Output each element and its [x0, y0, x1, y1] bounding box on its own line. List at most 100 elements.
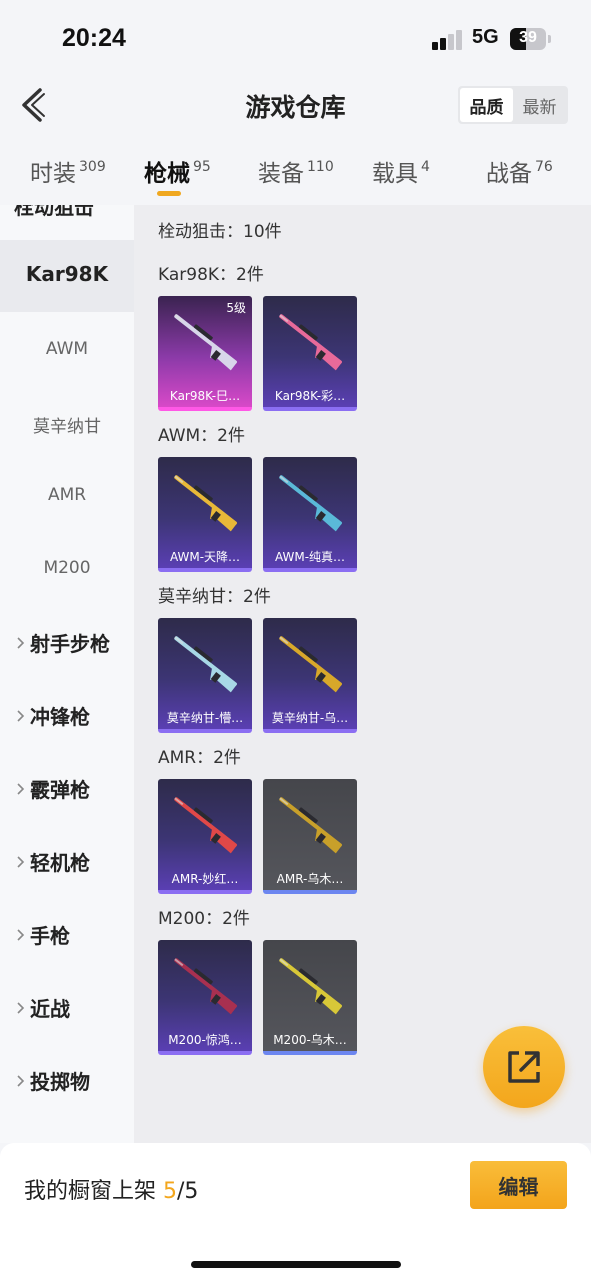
weapon-card-m200-1[interactable]: M200-惊鸿…: [158, 940, 252, 1055]
showcase-label: 我的橱窗上架: [24, 1179, 163, 1204]
group-summary: 栓动狙击：10件: [158, 222, 282, 242]
category-tabs: 时装 309 枪械 95 装备 110 载具 4 战备 76: [0, 150, 591, 200]
sidebar-item-m200[interactable]: M200: [0, 558, 134, 578]
category-label: 霰弹枪: [30, 778, 90, 802]
tab-label: 战备: [486, 161, 532, 187]
tab-vehicles[interactable]: 载具 4: [372, 154, 430, 188]
edit-button[interactable]: 编辑: [470, 1161, 567, 1209]
weapon-name: AWM-纯真…: [274, 550, 346, 564]
weapon-card-amr-2[interactable]: AMR-乌木…: [263, 779, 357, 894]
tab-count: 110: [307, 159, 334, 175]
showcase-total-count: /5: [177, 1179, 199, 1204]
chevron-right-icon: [17, 855, 25, 868]
tab-label: 装备: [258, 161, 304, 187]
battery-icon: 39: [510, 28, 546, 50]
tab-count: 309: [79, 159, 106, 175]
sidebar-category-throwables[interactable]: 投掷物: [14, 1066, 90, 1095]
tab-count: 4: [421, 159, 430, 175]
chevron-right-icon: [17, 1001, 25, 1014]
chevron-right-icon: [17, 636, 25, 649]
chevron-right-icon: [17, 1074, 25, 1087]
active-tab-indicator: [157, 191, 181, 196]
level-badge: 5级: [226, 301, 246, 315]
network-type: 5G: [472, 26, 499, 48]
rifle-icon: [279, 475, 342, 532]
weapon-name: M200-惊鸿…: [168, 1033, 242, 1047]
rifle-icon: [174, 958, 237, 1015]
rifle-icon: [279, 636, 342, 693]
showcase-current-count: 5: [163, 1179, 177, 1204]
battery-tip: [548, 35, 551, 43]
clock: 20:24: [62, 24, 126, 52]
home-indicator[interactable]: [191, 1261, 401, 1268]
chevron-right-icon: [17, 928, 25, 941]
section-title-mosin: 莫辛纳甘：2件: [158, 587, 271, 607]
inventory-grid: 栓动狙击：10件 Kar98K：2件 5级 Kar98K-巳… Kar98K-彩… AW…: [134, 205, 591, 1143]
rifle-icon: [174, 797, 237, 854]
chevron-right-icon: [17, 782, 25, 795]
weapon-name: M200-乌木…: [273, 1033, 347, 1047]
weapon-card-awm-1[interactable]: AWM-天降…: [158, 457, 252, 572]
sidebar-item-kar98k[interactable]: Kar98K: [0, 240, 134, 312]
tab-label: 枪械: [144, 161, 190, 187]
rifle-icon: [279, 797, 342, 854]
sidebar-category-melee[interactable]: 近战: [14, 993, 70, 1022]
weapon-name: AMR-乌木…: [276, 872, 344, 886]
rifle-icon: [174, 636, 237, 693]
tab-supplies[interactable]: 战备 76: [486, 154, 553, 188]
weapon-card-mosin-2[interactable]: 莫辛纳甘-乌…: [263, 618, 357, 733]
section-title-amr: AMR：2件: [158, 748, 241, 768]
tab-count: 95: [193, 159, 211, 175]
rifle-icon: [279, 314, 342, 371]
category-label: 手枪: [30, 924, 70, 948]
sort-quality-button[interactable]: 品质: [460, 88, 513, 122]
rifle-icon: [174, 475, 237, 532]
weapon-name: AWM-天降…: [169, 550, 241, 564]
sidebar-category-lmg[interactable]: 轻机枪: [14, 847, 90, 876]
tab-label: 时装: [30, 161, 76, 187]
bottom-bar: 我的橱窗上架 5/5 编辑: [0, 1143, 591, 1280]
tab-count: 76: [535, 159, 553, 175]
external-link-icon: [508, 1051, 540, 1083]
section-title-kar98k: Kar98K：2件: [158, 265, 264, 285]
signal-icon: [432, 30, 464, 50]
weapon-name: 莫辛纳甘-乌…: [271, 711, 349, 725]
weapon-card-m200-2[interactable]: M200-乌木…: [263, 940, 357, 1055]
status-bar: 20:24 5G 39: [0, 0, 591, 80]
category-label: 近战: [30, 997, 70, 1021]
sort-toggle[interactable]: 品质 最新: [458, 86, 568, 124]
sidebar-category-shotgun[interactable]: 霰弹枪: [14, 774, 90, 803]
sidebar-category-smg[interactable]: 冲锋枪: [14, 701, 90, 730]
weapon-name: 莫辛纳甘-懵…: [166, 711, 244, 725]
category-label: 轻机枪: [30, 851, 90, 875]
weapon-name: Kar98K-巳…: [169, 389, 241, 403]
sort-latest-button[interactable]: 最新: [513, 88, 566, 122]
battery-level: 39: [519, 29, 537, 46]
weapon-name: AMR-妙红…: [171, 872, 239, 886]
sidebar-item-amr[interactable]: AMR: [0, 485, 134, 505]
tab-firearms[interactable]: 枪械 95: [144, 154, 211, 188]
sidebar-item-label: Kar98K: [25, 262, 109, 286]
weapon-name: Kar98K-彩…: [274, 389, 346, 403]
sidebar-item-mosin[interactable]: 莫辛纳甘: [0, 412, 134, 437]
weapon-card-amr-1[interactable]: AMR-妙红…: [158, 779, 252, 894]
category-label: 投掷物: [30, 1070, 90, 1094]
sidebar-category-dmr[interactable]: 射手步枪: [14, 628, 110, 657]
section-title-awm: AWM：2件: [158, 426, 245, 446]
tab-label: 载具: [372, 161, 418, 187]
weapon-card-mosin-1[interactable]: 莫辛纳甘-懵…: [158, 618, 252, 733]
sidebar-group-bolt-action[interactable]: 栓动狙击: [14, 205, 94, 220]
share-button[interactable]: [483, 1026, 565, 1108]
sidebar-category-pistol[interactable]: 手枪: [14, 920, 70, 949]
sidebar-item-awm[interactable]: AWM: [0, 339, 134, 359]
tab-outfits[interactable]: 时装 309: [30, 154, 106, 188]
weapon-card-awm-2[interactable]: AWM-纯真…: [263, 457, 357, 572]
section-title-m200: M200：2件: [158, 909, 250, 929]
weapon-card-kar98k-1[interactable]: 5级 Kar98K-巳…: [158, 296, 252, 411]
tab-equipment[interactable]: 装备 110: [258, 154, 334, 188]
weapon-card-kar98k-2[interactable]: Kar98K-彩…: [263, 296, 357, 411]
rifle-icon: [279, 958, 342, 1015]
weapon-sidebar: 栓动狙击 Kar98K AWM 莫辛纳甘 AMR M200 射手步枪 冲锋枪 霰…: [0, 205, 134, 1143]
category-label: 射手步枪: [30, 632, 110, 656]
showcase-status: 我的橱窗上架 5/5: [24, 1173, 198, 1205]
